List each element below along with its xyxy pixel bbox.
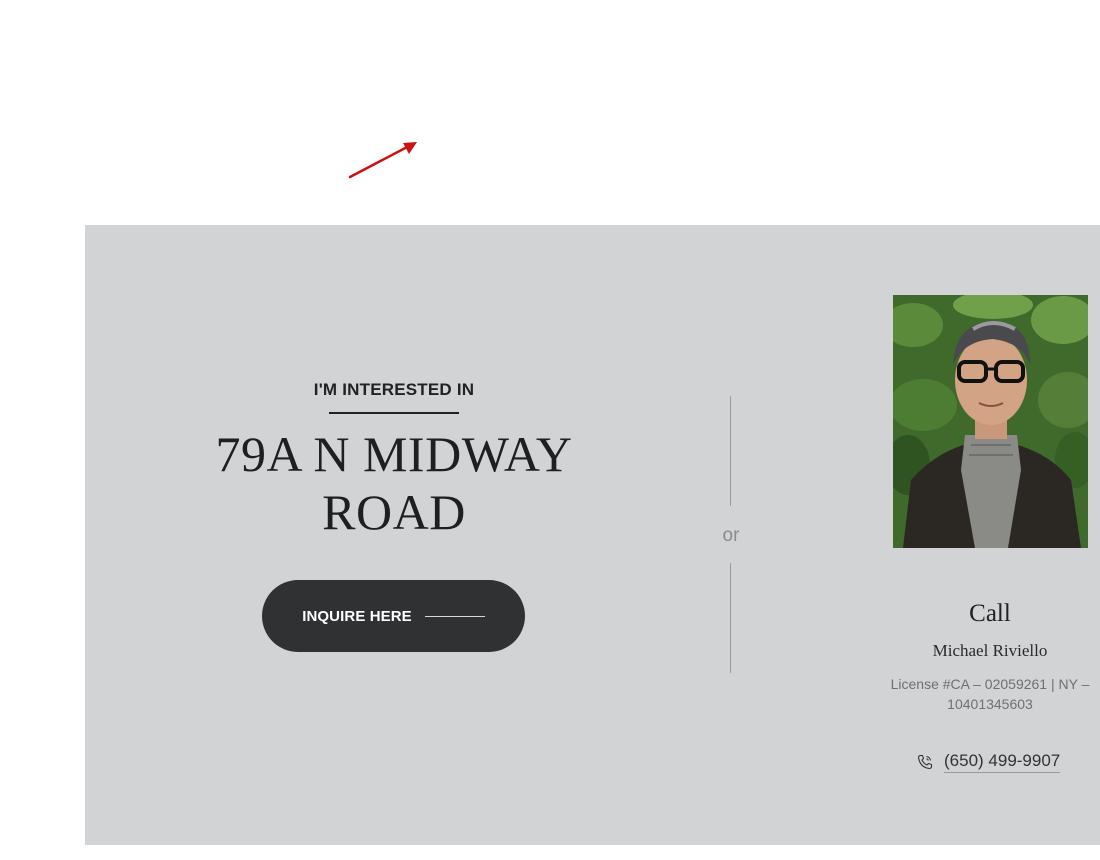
inquire-button-label: INQUIRE HERE	[302, 607, 412, 625]
phone-row[interactable]: (650) 499-9907	[917, 750, 1061, 774]
agent-photo	[893, 295, 1088, 548]
divider-top	[730, 396, 731, 506]
phone-icon	[917, 754, 933, 770]
contact-panel: I'M INTERESTED IN 79A N MIDWAY ROAD INQU…	[85, 225, 1100, 845]
divider-bottom	[730, 563, 731, 673]
inquire-button-line	[424, 615, 485, 617]
agent-name: Michael Riviello	[932, 641, 1048, 660]
eyebrow-underline	[329, 412, 459, 414]
phone-link[interactable]: (650) 499-9907	[944, 751, 1061, 773]
red-arrow-icon	[348, 142, 417, 179]
license-line-1: License #CA – 02059261 | NY –	[890, 676, 1090, 692]
interest-eyebrow: I'M INTERESTED IN	[313, 380, 475, 399]
or-separator: or	[722, 525, 740, 546]
call-heading: Call	[969, 600, 1011, 627]
inquire-button[interactable]: INQUIRE HERE	[262, 580, 525, 652]
license-line-2: 10401345603	[947, 696, 1033, 712]
address-line-1: 79A N MIDWAY	[215, 426, 573, 482]
agent-license: License #CA – 02059261 | NY – 1040134560…	[875, 674, 1100, 714]
address-line-2: ROAD	[322, 484, 466, 540]
property-address: 79A N MIDWAY ROAD	[85, 425, 703, 541]
